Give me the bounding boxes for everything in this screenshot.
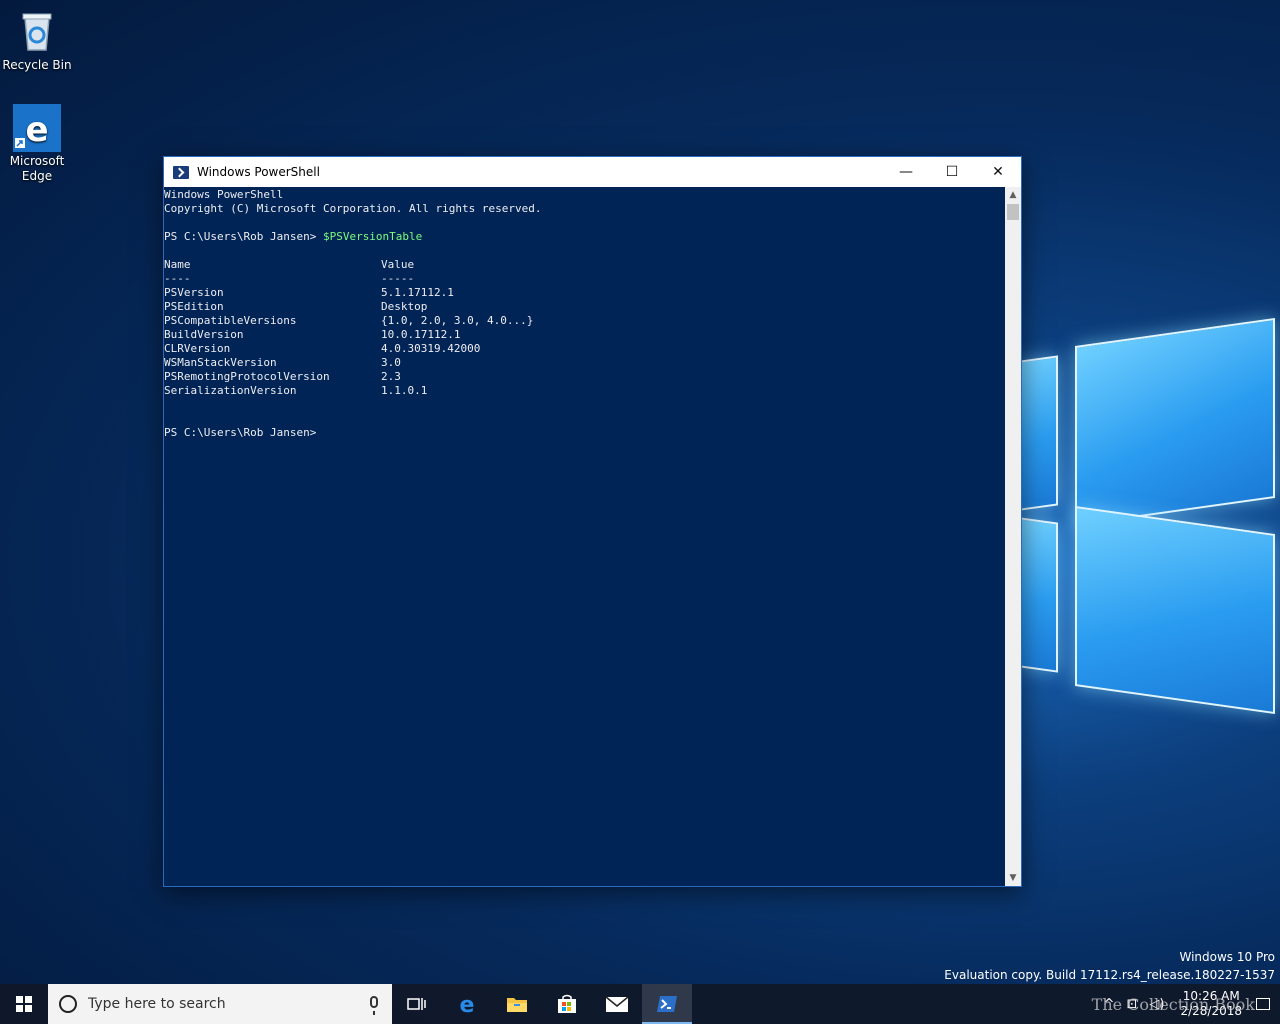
table-cell-value: {1.0, 2.0, 3.0, 4.0...}	[381, 314, 534, 327]
table-cell-name: WSManStackVersion	[164, 356, 277, 369]
table-cell-value: 1.1.0.1	[381, 384, 428, 397]
edge-icon: e	[460, 993, 475, 1015]
start-button[interactable]	[0, 984, 48, 1024]
taskbar-powershell-button[interactable]	[642, 984, 692, 1024]
desktop-icon-recycle-bin[interactable]: Recycle Bin	[0, 8, 74, 73]
table-row: CLRVersion 4.0.30319.42000	[164, 342, 1005, 356]
task-view-icon	[407, 998, 426, 1010]
taskbar-edge-button[interactable]: e	[442, 984, 492, 1024]
console-line: Windows PowerShell	[164, 188, 284, 201]
watermark-build: Evaluation copy. Build 17112.rs4_release…	[944, 968, 1275, 982]
task-view-button[interactable]	[392, 984, 442, 1024]
table-cell-value: 2.3	[381, 370, 401, 383]
file-explorer-icon	[507, 998, 527, 1012]
table-cell-value: 10.0.17112.1	[381, 328, 461, 341]
console-command: $PSVersionTable	[322, 230, 423, 243]
table-row: BuildVersion 10.0.17112.1	[164, 328, 1005, 342]
table-row: PSEdition Desktop	[164, 300, 1005, 314]
table-cell-name: PSCompatibleVersions	[164, 314, 297, 327]
desktop-icon-label-line1: Microsoft	[9, 154, 65, 168]
store-icon	[558, 994, 576, 1013]
cortana-icon	[59, 995, 77, 1013]
watermark-edition: Windows 10 Pro	[1179, 950, 1275, 964]
mail-icon	[605, 996, 629, 1012]
edge-icon: e	[13, 104, 61, 152]
svg-text:e: e	[460, 993, 475, 1015]
console-line: Copyright (C) Microsoft Corporation. All…	[164, 202, 542, 215]
taskbar-store-button[interactable]	[542, 984, 592, 1024]
table-separator-name: ----	[164, 272, 191, 285]
table-row: PSVersion 5.1.17112.1	[164, 286, 1005, 300]
table-row: WSManStackVersion 3.0	[164, 356, 1005, 370]
table-cell-name: PSRemotingProtocolVersion	[164, 370, 330, 383]
powershell-icon	[657, 996, 677, 1012]
desktop-icon-label: Recycle Bin	[2, 58, 72, 72]
taskbar-mail-button[interactable]	[592, 984, 642, 1024]
table-row: PSCompatibleVersions {1.0, 2.0, 3.0, 4.0.…	[164, 314, 1005, 328]
windows-logo-icon	[16, 996, 32, 1012]
scroll-up-arrow-icon[interactable]: ▲	[1005, 187, 1021, 203]
table-cell-value: 3.0	[381, 356, 401, 369]
desktop-icon-label-line2: Edge	[21, 169, 53, 183]
powershell-window[interactable]: Windows PowerShell — ☐ ✕ Windows PowerSh…	[163, 156, 1022, 887]
taskbar: Type here to search e ^ ⊡ ◁) 10:26 AM 2/…	[0, 984, 1280, 1024]
taskbar-file-explorer-button[interactable]	[492, 984, 542, 1024]
console-input-line[interactable]: PS C:\Users\Rob Jansen>	[164, 426, 1005, 440]
window-title: Windows PowerShell	[197, 165, 320, 179]
table-cell-value: Desktop	[381, 300, 428, 313]
table-separator-row: ---- -----	[164, 272, 1005, 286]
vertical-scrollbar[interactable]: ▲ ▼	[1005, 187, 1021, 886]
console-prompt: PS C:\Users\Rob Jansen>	[164, 230, 323, 243]
wallpaper-windows-logo	[1020, 317, 1280, 720]
scroll-down-arrow-icon[interactable]: ▼	[1005, 870, 1021, 886]
recycle-bin-icon	[13, 8, 61, 56]
desktop-icon-microsoft-edge[interactable]: e Microsoft Edge	[0, 104, 74, 184]
maximize-button[interactable]: ☐	[929, 157, 975, 187]
console-command-line: PS C:\Users\Rob Jansen> $PSVersionTable	[164, 230, 1005, 244]
table-cell-name: SerializationVersion	[164, 384, 297, 397]
table-separator-value: -----	[381, 272, 415, 285]
window-controls: — ☐ ✕	[883, 157, 1021, 187]
table-cell-value: 5.1.17112.1	[381, 286, 454, 299]
close-button[interactable]: ✕	[975, 157, 1021, 187]
svg-text:e: e	[25, 110, 48, 150]
table-header-row: Name Value	[164, 258, 1005, 272]
search-box[interactable]: Type here to search	[48, 984, 392, 1024]
table-header-value: Value	[381, 258, 415, 271]
table-header-name: Name	[164, 258, 191, 271]
scroll-thumb[interactable]	[1007, 204, 1019, 220]
table-row: SerializationVersion 1.1.0.1	[164, 384, 1005, 398]
table-cell-name: BuildVersion	[164, 328, 244, 341]
table-cell-name: CLRVersion	[164, 342, 231, 355]
watermark-overlay: The Collection Book	[1091, 995, 1255, 1014]
window-titlebar[interactable]: Windows PowerShell — ☐ ✕	[164, 157, 1021, 187]
console-output[interactable]: Windows PowerShell Copyright (C) Microso…	[164, 187, 1005, 886]
powershell-title-icon	[173, 165, 189, 179]
minimize-button[interactable]: —	[883, 157, 929, 187]
table-cell-name: PSVersion	[164, 286, 224, 299]
microphone-icon[interactable]	[370, 996, 378, 1015]
search-placeholder: Type here to search	[88, 996, 226, 1012]
table-row: PSRemotingProtocolVersion 2.3	[164, 370, 1005, 384]
table-cell-value: 4.0.30319.42000	[381, 342, 481, 355]
action-center-icon[interactable]	[1256, 998, 1270, 1010]
table-cell-name: PSEdition	[164, 300, 224, 313]
